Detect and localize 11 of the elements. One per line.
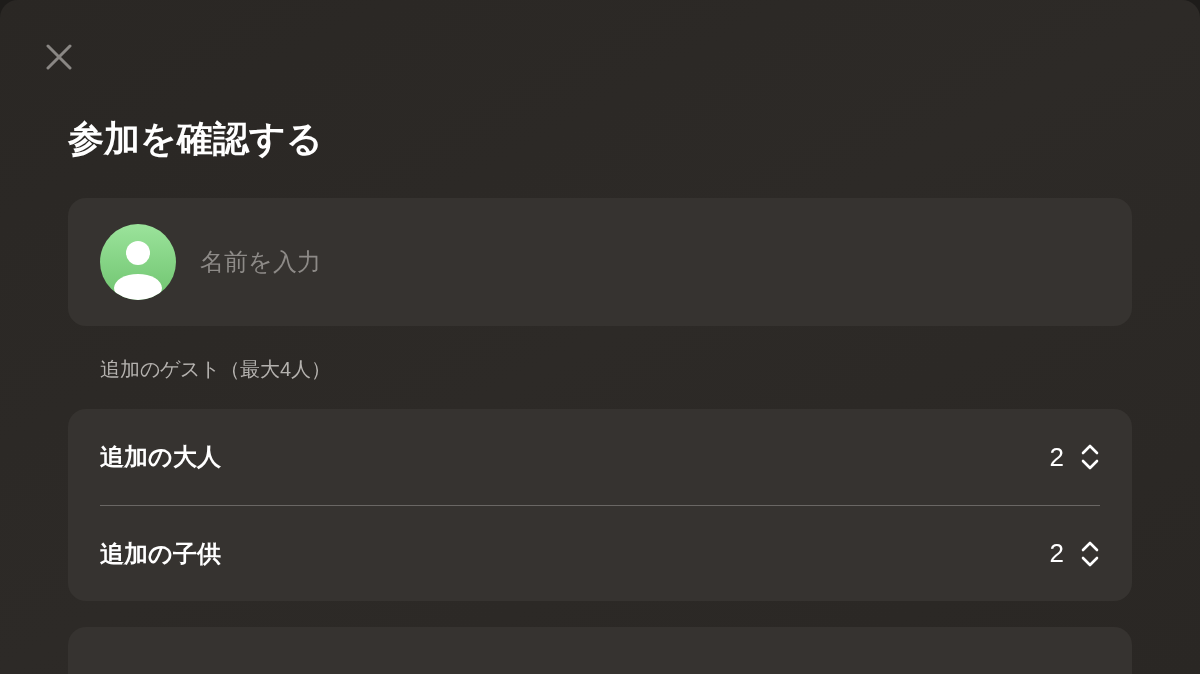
section-label: 追加のゲスト（最大4人） xyxy=(100,357,332,382)
chevron-up-down-icon xyxy=(1081,442,1099,472)
stepper-value: 2 xyxy=(1049,440,1064,474)
close-icon xyxy=(46,44,72,70)
stepper-value: 2 xyxy=(1049,537,1064,570)
name-input[interactable]: 名前を入力 xyxy=(200,244,1100,280)
avatar-icon xyxy=(100,224,176,300)
row-label: 追加の大人 xyxy=(100,442,221,472)
row-label: 追加の子供 xyxy=(100,538,221,569)
dialog-title: 参加を確認する xyxy=(68,117,323,161)
close-button[interactable] xyxy=(44,44,74,70)
